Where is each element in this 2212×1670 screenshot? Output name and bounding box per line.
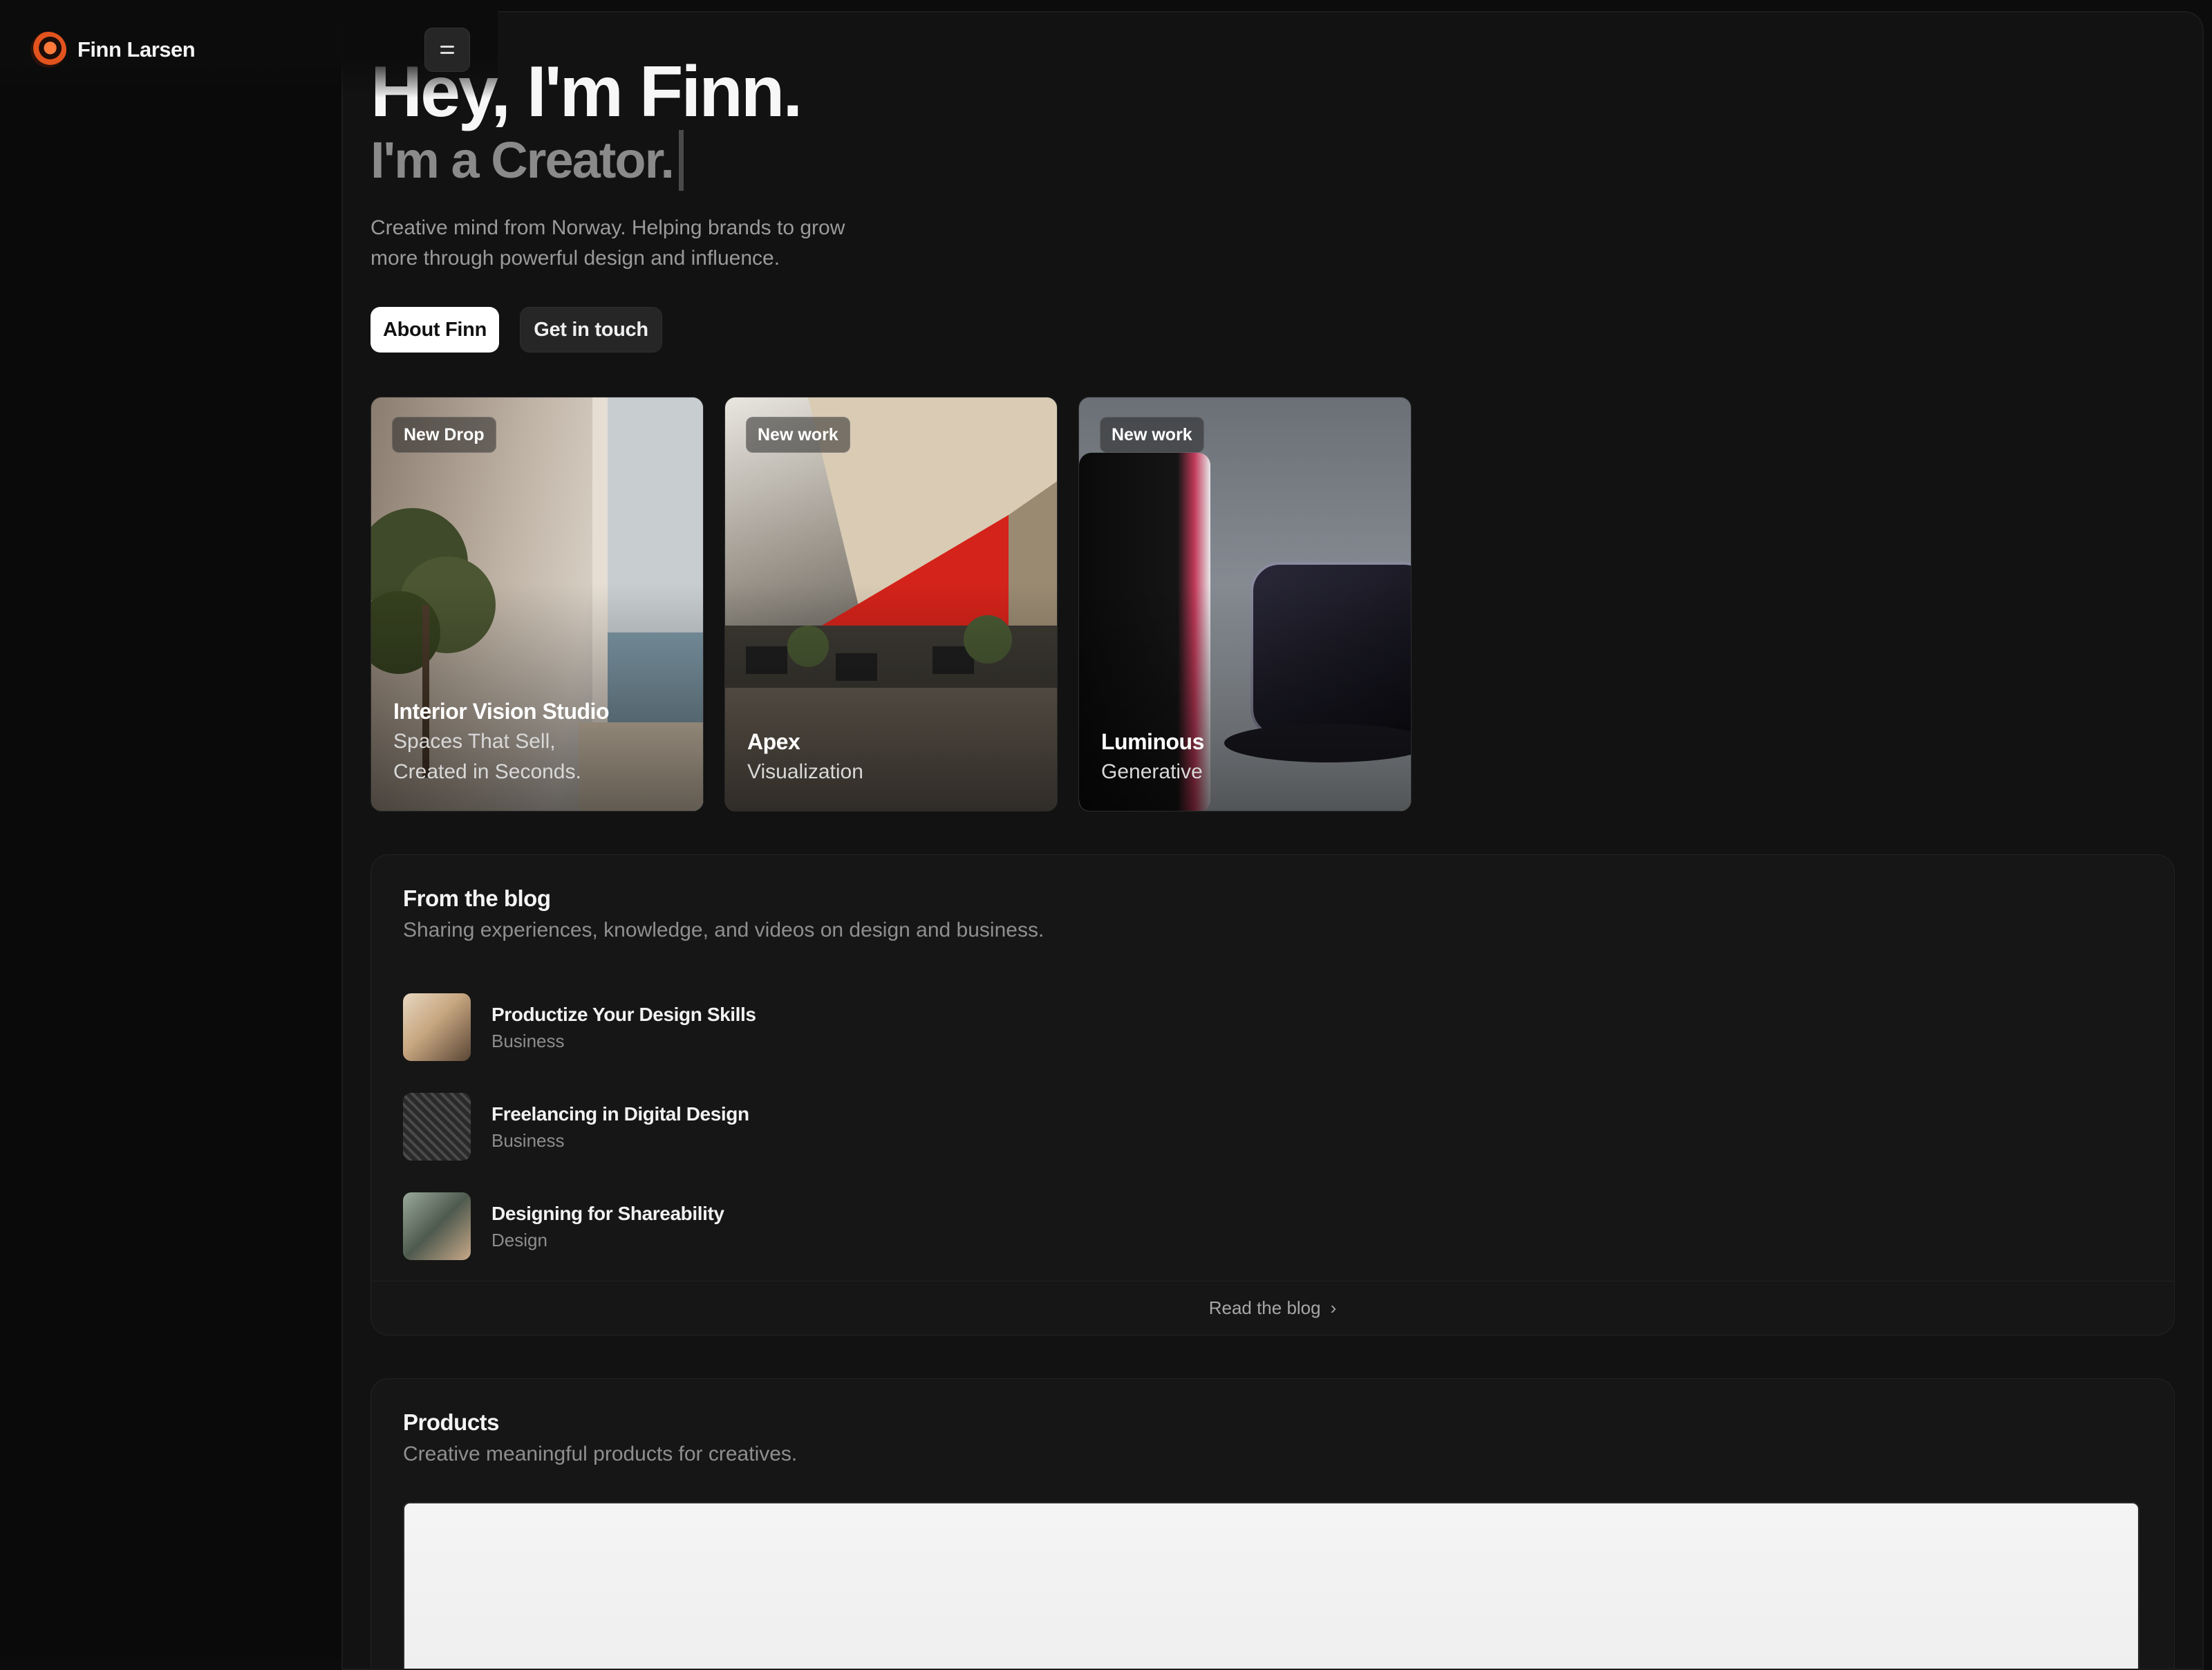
card-badge: New Drop [392, 417, 496, 453]
post-title: Productize Your Design Skills [491, 1004, 756, 1025]
brand-avatar [30, 32, 66, 68]
main-content: Hey, I'm Finn. I'm a Creator. Creative m… [341, 11, 2204, 1670]
work-card-interior-vision[interactable]: New Drop Interior Vision Studio Spaces T… [371, 397, 704, 811]
typing-caret [678, 130, 684, 191]
card-badge: New work [746, 417, 850, 453]
chevron-right-icon: › [1330, 1297, 1337, 1318]
read-blog-link[interactable]: Read the blog › [371, 1281, 2174, 1335]
brand-link[interactable]: Finn Larsen [30, 30, 196, 69]
post-category: Business [491, 1031, 565, 1051]
menu-icon-line [440, 52, 454, 54]
card-subtitle: Generative [1101, 760, 1203, 783]
card-title: Luminous [1101, 729, 1204, 754]
post-thumbnail [403, 1093, 471, 1161]
card-badge: New work [1100, 417, 1204, 453]
post-category: Design [491, 1230, 547, 1250]
card-subtitle: Visualization [747, 760, 863, 783]
brand-name: Finn Larsen [77, 37, 196, 62]
products-title: Products [403, 1409, 500, 1435]
blog-subtitle: Sharing experiences, knowledge, and vide… [403, 919, 1044, 941]
blog-post-item[interactable]: Designing for Shareability Design [403, 1192, 1025, 1260]
blog-title: From the blog [403, 885, 551, 911]
menu-button[interactable] [424, 28, 470, 72]
products-section: Products Creative meaningful products fo… [371, 1378, 2175, 1669]
contact-button[interactable]: Get in touch [520, 307, 662, 353]
hero-description: Creative mind from Norway. Helping brand… [371, 216, 845, 270]
card-subtitle: Spaces That Sell, Created in Seconds. [393, 730, 581, 783]
hero-subtitle-text: I'm a Creator. [371, 131, 675, 189]
about-button[interactable]: About Finn [371, 307, 499, 353]
blog-post-item[interactable]: Productize Your Design Skills Business [403, 993, 1025, 1061]
products-subtitle: Creative meaningful products for creativ… [403, 1443, 798, 1465]
card-meta: Luminous Generative [1101, 726, 1204, 787]
card-title: Interior Vision Studio [393, 699, 609, 724]
menu-icon [440, 46, 454, 48]
read-blog-label: Read the blog [1208, 1297, 1321, 1318]
post-title: Designing for Shareability [491, 1203, 724, 1224]
card-meta: Apex Visualization [747, 726, 863, 787]
blog-post-item[interactable]: Freelancing in Digital Design Business [403, 1093, 1025, 1161]
post-category: Business [491, 1130, 565, 1151]
post-thumbnail [403, 1192, 471, 1260]
card-meta: Interior Vision Studio Spaces That Sell,… [393, 696, 609, 787]
work-card-luminous[interactable]: New work Luminous Generative [1078, 397, 1412, 811]
work-card-apex[interactable]: New work Apex Visualization [724, 397, 1058, 811]
post-thumbnail [403, 993, 471, 1061]
card-title: Apex [747, 729, 800, 754]
product-preview-image[interactable] [403, 1502, 2139, 1669]
blog-section: From the blog Sharing experiences, knowl… [371, 854, 2175, 1335]
left-sidebar [0, 0, 343, 1659]
post-title: Freelancing in Digital Design [491, 1103, 749, 1125]
hero-subtitle: I'm a Creator. [371, 130, 684, 191]
